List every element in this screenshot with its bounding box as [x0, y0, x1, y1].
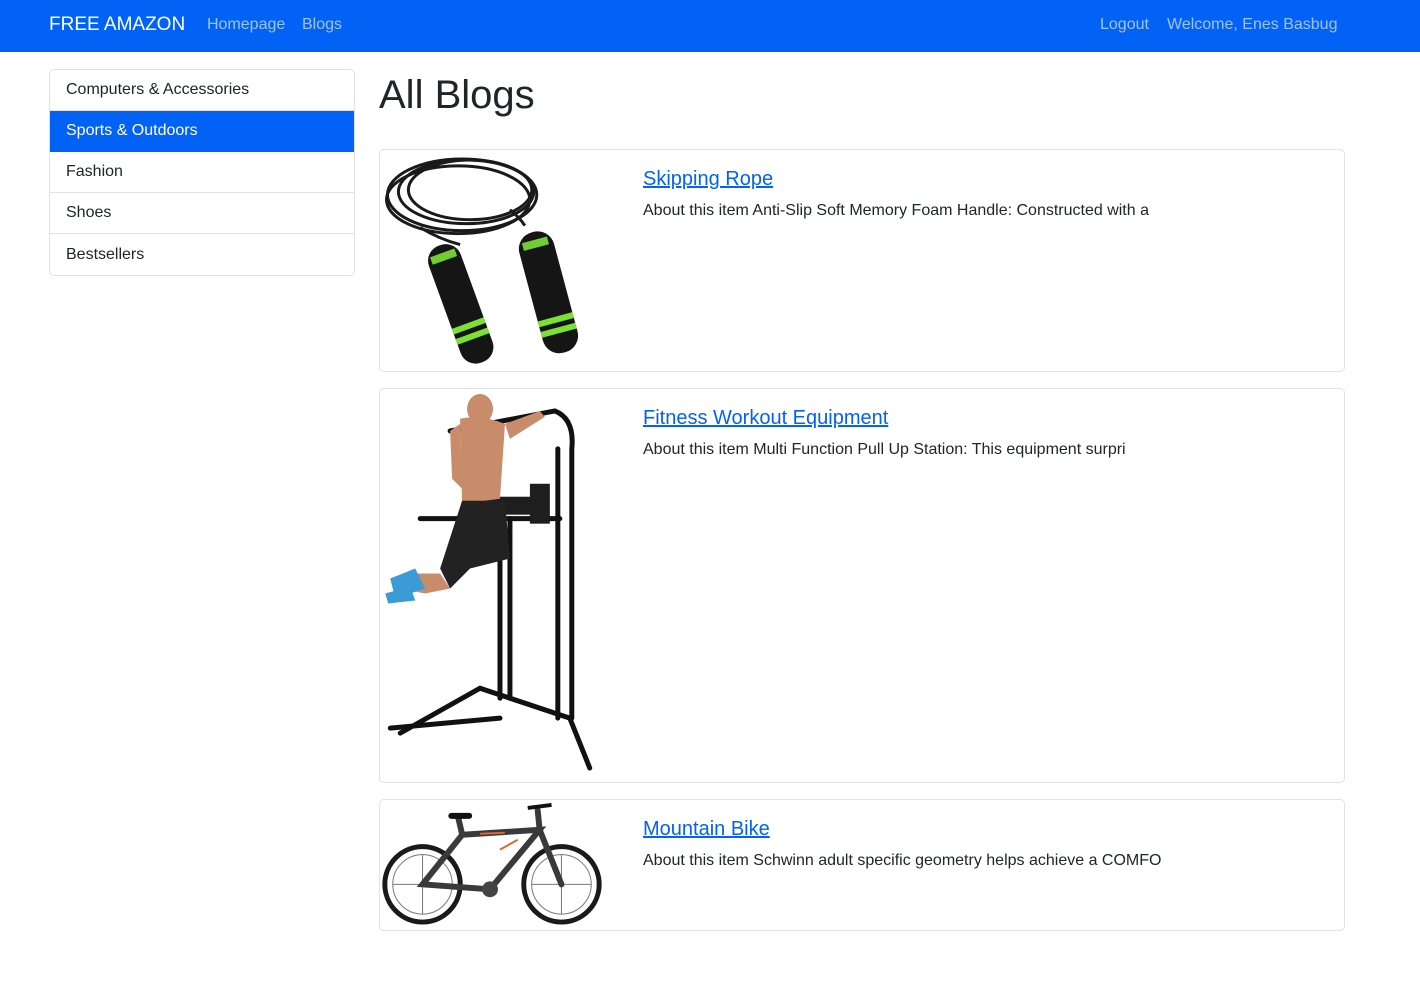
category-sidebar: Computers & Accessories Sports & Outdoor… [49, 69, 355, 276]
sidebar-item-fashion[interactable]: Fashion [50, 152, 354, 193]
blog-excerpt: About this item Schwinn adult specific g… [643, 852, 1162, 869]
blog-excerpt: About this item Anti-Slip Soft Memory Fo… [643, 202, 1149, 219]
sidebar-item-shoes[interactable]: Shoes [50, 193, 354, 234]
nav-welcome-user[interactable]: Welcome, Enes Basbug [1167, 15, 1337, 35]
sidebar-item-sports[interactable]: Sports & Outdoors [50, 111, 354, 152]
nav-blogs-link[interactable]: Blogs [302, 15, 342, 35]
brand-logo[interactable]: FREE AMAZON [49, 13, 185, 37]
skipping-rope-image[interactable] [380, 150, 604, 371]
pull-up-station-image[interactable] [380, 389, 604, 782]
page-title: All Blogs [379, 73, 535, 117]
blog-title-link[interactable]: Fitness Workout Equipment [643, 405, 888, 431]
blog-excerpt: About this item Multi Function Pull Up S… [643, 441, 1126, 458]
blog-title-link[interactable]: Mountain Bike [643, 816, 770, 842]
blog-title-link[interactable]: Skipping Rope [643, 166, 773, 192]
blog-card: Skipping Rope About this item Anti-Slip … [379, 149, 1345, 372]
nav-homepage-link[interactable]: Homepage [207, 15, 285, 35]
sidebar-item-bestsellers[interactable]: Bestsellers [50, 234, 354, 275]
top-navbar: FREE AMAZON Homepage Blogs Logout Welcom… [0, 0, 1420, 52]
mountain-bike-image[interactable] [380, 800, 604, 930]
sidebar-item-computers[interactable]: Computers & Accessories [50, 70, 354, 111]
nav-logout-link[interactable]: Logout [1100, 15, 1149, 35]
blog-card: Mountain Bike About this item Schwinn ad… [379, 799, 1345, 931]
blog-card: Fitness Workout Equipment About this ite… [379, 388, 1345, 783]
